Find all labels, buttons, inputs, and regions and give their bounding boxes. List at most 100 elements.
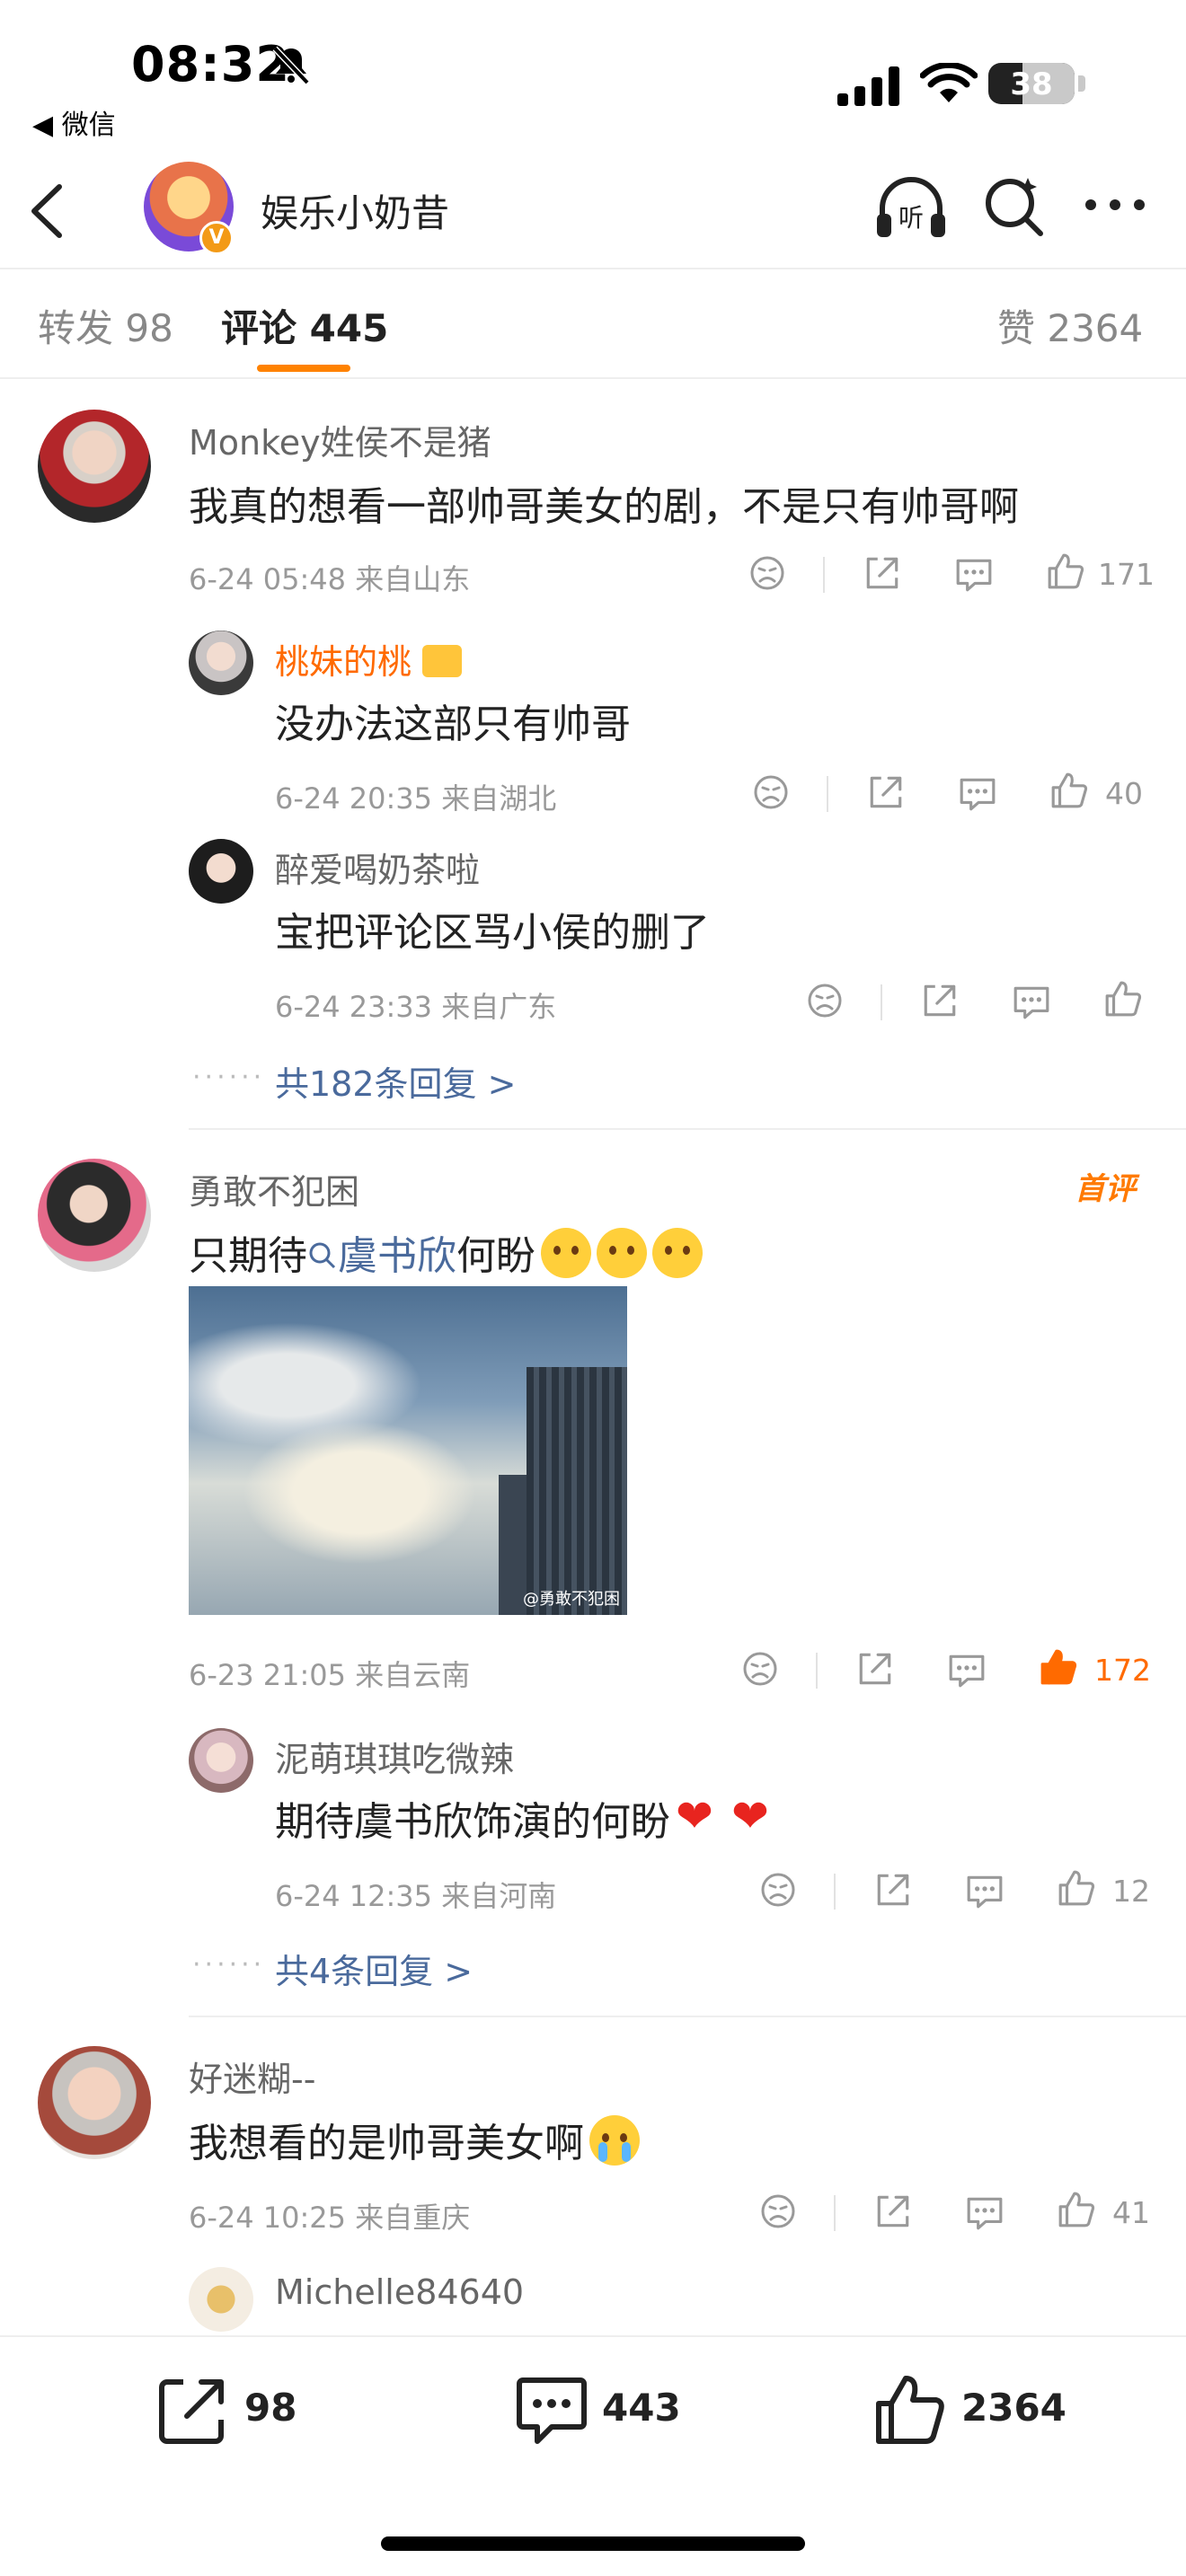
like-icon-liked[interactable] (1039, 1647, 1078, 1687)
kiss-emoji-icon (652, 1228, 703, 1278)
like-icon[interactable] (1103, 979, 1143, 1019)
share-icon[interactable] (866, 772, 906, 812)
dislike-icon[interactable] (742, 1651, 780, 1689)
home-indicator (381, 2536, 805, 2551)
share-icon[interactable] (863, 553, 902, 593)
repost-icon[interactable] (156, 2373, 230, 2447)
more-dots-icon[interactable] (1084, 198, 1146, 212)
post-header: V 娱乐小奶昔 听 (0, 153, 1186, 269)
reply-avatar[interactable] (189, 1728, 253, 1793)
share-icon[interactable] (855, 1649, 895, 1689)
more-replies-dots: ······ (192, 1949, 266, 1981)
like-count-total[interactable]: 2364 (961, 2386, 1067, 2430)
commenter-name[interactable]: Monkey姓侯不是猪 (189, 415, 491, 464)
kiss-emoji-icon (597, 1228, 647, 1278)
commenter-avatar[interactable] (38, 410, 151, 523)
divider (823, 557, 825, 593)
tab-comments[interactable]: 评论 445 (221, 298, 388, 353)
share-icon[interactable] (873, 1870, 913, 1910)
divider (827, 776, 828, 812)
commenter-avatar[interactable] (38, 2046, 151, 2159)
author-name[interactable]: 娱乐小奶昔 (261, 183, 449, 238)
commenter-name[interactable]: 好迷糊-- (189, 2051, 315, 2101)
topic-link[interactable]: 虞书欣 (307, 1233, 456, 1279)
share-icon[interactable] (920, 981, 960, 1020)
reply-text: 没办法这部只有帅哥 (275, 701, 631, 747)
tab-likes[interactable]: 赞 2364 (997, 298, 1143, 353)
comment-meta: 6-24 10:25 来自重庆 (189, 2201, 471, 2235)
battery-level: 38 (1010, 66, 1053, 102)
like-thumb-icon[interactable] (873, 2373, 947, 2447)
comment-icon[interactable] (516, 2373, 588, 2447)
svg-text:听: 听 (898, 203, 924, 233)
like-count: 40 (1105, 776, 1143, 811)
reply-avatar[interactable] (189, 2267, 253, 2332)
wifi-icon (920, 63, 978, 102)
divider (834, 2195, 836, 2231)
tab-reposts[interactable]: 转发 98 (38, 298, 173, 353)
reply-text: 宝把评论区骂小侯的删了 (275, 910, 710, 956)
back-to-wechat[interactable]: ◀ 微信 (32, 102, 116, 142)
reply-user-name[interactable]: 桃妹的桃 (275, 634, 463, 684)
reply-avatar[interactable] (189, 631, 253, 695)
dislike-icon[interactable] (760, 2193, 798, 2231)
comment-icon[interactable] (954, 555, 994, 595)
red-heart-icon (731, 1790, 782, 1844)
repost-count[interactable]: 98 (244, 2386, 296, 2430)
reply-avatar[interactable] (189, 839, 253, 904)
comment-icon[interactable] (965, 2193, 1005, 2233)
comment-divider (189, 2016, 1186, 2017)
comment-icon[interactable] (1012, 983, 1051, 1022)
reply-meta: 6-24 12:35 来自河南 (275, 1879, 557, 1913)
dislike-icon[interactable] (760, 1872, 798, 1910)
signal-icon (837, 66, 899, 106)
active-tab-indicator (257, 365, 350, 372)
comment-count[interactable]: 443 (602, 2386, 681, 2430)
bottom-action-bar: 98 443 2364 (0, 2335, 1186, 2576)
kiss-emoji-icon (541, 1228, 591, 1278)
comment-text: 我想看的是帅哥美女啊 (189, 2111, 640, 2168)
battery-indicator: 38 (988, 63, 1075, 104)
search-icon[interactable] (981, 174, 1046, 239)
like-icon[interactable] (1057, 1868, 1096, 1908)
like-count: 41 (1112, 2195, 1150, 2230)
search-icon (309, 1242, 336, 1269)
divider (816, 1653, 818, 1689)
comment-meta: 6-23 21:05 来自云南 (189, 1658, 471, 1692)
comment-icon[interactable] (965, 1872, 1005, 1911)
dislike-icon[interactable] (753, 774, 791, 812)
comment-image[interactable]: @勇敢不犯困 (189, 1286, 627, 1615)
comment-text: 只期待 虞书欣何盼 (189, 1223, 703, 1281)
listen-headphones-icon[interactable]: 听 (873, 171, 949, 246)
status-time: 08:32 (131, 36, 290, 93)
dislike-icon[interactable] (749, 555, 787, 593)
more-replies-link[interactable]: 共182条回复 > (275, 1056, 516, 1106)
more-replies-dots: ······ (192, 1062, 266, 1093)
commenter-name[interactable]: 勇敢不犯困 (189, 1164, 359, 1213)
like-count: 172 (1094, 1653, 1151, 1688)
comment-text: 我真的想看一部帅哥美女的剧，不是只有帅哥啊 (189, 484, 1019, 530)
comment-meta: 6-24 05:48 来自山东 (189, 562, 471, 596)
back-arrow-icon[interactable] (27, 181, 66, 241)
reply-user-name[interactable]: 泥萌琪琪吃微辣 (275, 1732, 514, 1781)
image-watermark: @勇敢不犯困 (523, 1590, 620, 1609)
like-icon[interactable] (1049, 771, 1089, 810)
reply-user-name[interactable]: Michelle84640 (275, 2272, 524, 2312)
battery-tip (1078, 75, 1085, 92)
share-icon[interactable] (873, 2192, 913, 2231)
bell-muted-icon (272, 46, 310, 85)
crying-emoji-icon (589, 2115, 640, 2166)
reply-user-name[interactable]: 醉爱喝奶茶啦 (275, 842, 480, 892)
commenter-avatar[interactable] (38, 1159, 151, 1272)
divider (834, 1874, 836, 1910)
dislike-icon[interactable] (807, 983, 845, 1020)
comment-icon[interactable] (958, 774, 997, 814)
crown-badge-icon (422, 645, 463, 677)
reply-meta: 6-24 23:33 来自广东 (275, 990, 557, 1024)
like-icon[interactable] (1046, 551, 1085, 591)
more-replies-link[interactable]: 共4条回复 > (275, 1944, 473, 1993)
comment-icon[interactable] (947, 1651, 987, 1690)
comment-divider (189, 1128, 1186, 1130)
reply-text: 期待虞书欣饰演的何盼 (275, 1789, 782, 1847)
like-icon[interactable] (1057, 2190, 1096, 2229)
